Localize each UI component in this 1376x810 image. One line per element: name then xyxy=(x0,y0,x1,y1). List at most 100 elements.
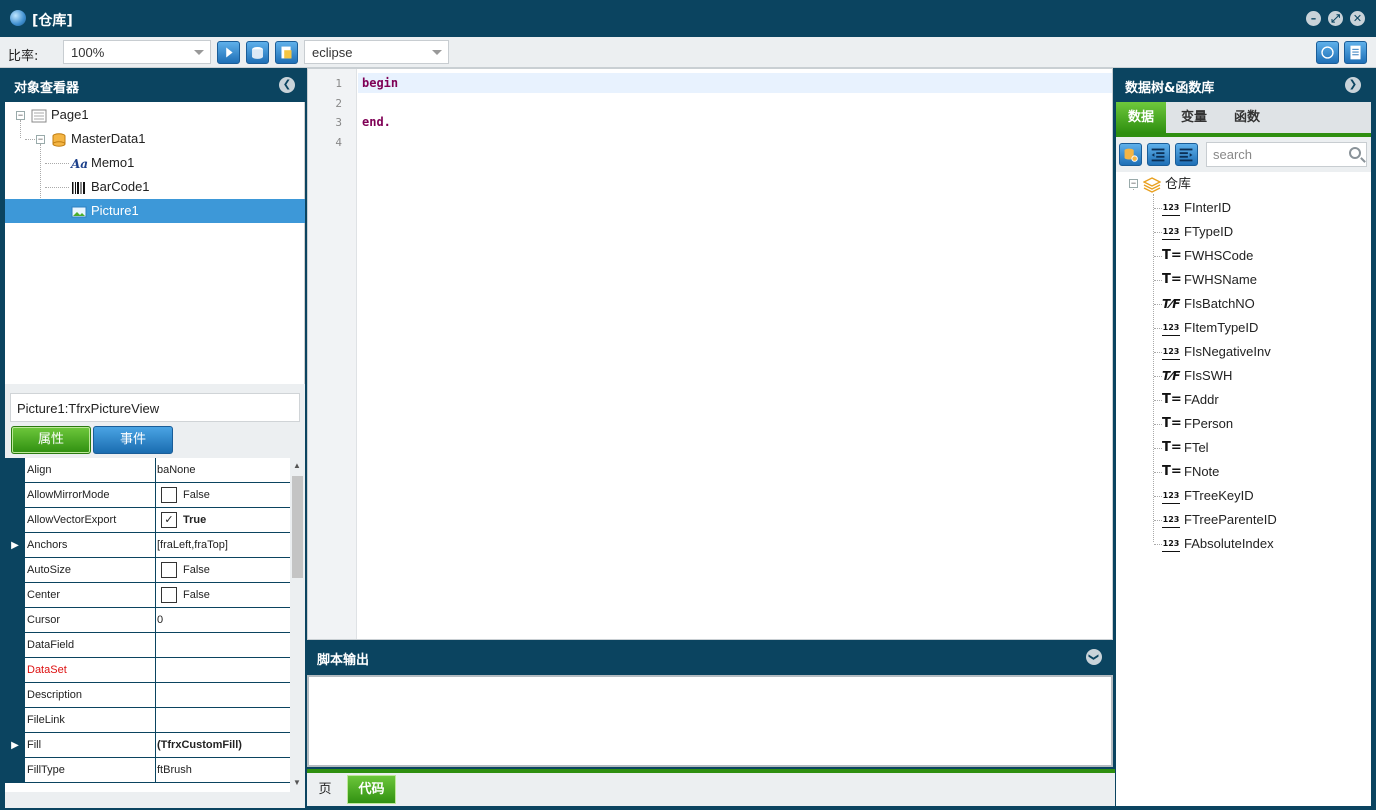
property-value[interactable] xyxy=(157,633,290,658)
number-field-icon: 123 xyxy=(1162,514,1180,528)
tree-item-root[interactable]: 仓库 xyxy=(1143,172,1191,196)
collapse-output-button[interactable]: ❮ xyxy=(1086,649,1102,665)
number-field-icon: 123 xyxy=(1162,346,1180,360)
property-value[interactable]: False xyxy=(157,583,290,608)
tab-events[interactable]: 事件 xyxy=(93,426,173,454)
scroll-down-icon[interactable]: ▼ xyxy=(293,778,301,787)
tab-data[interactable]: 数据 xyxy=(1116,102,1166,133)
row-gutter xyxy=(5,558,25,583)
field-item[interactable]: 123 FItemTypeID xyxy=(1162,316,1258,340)
field-item[interactable]: 123 FTypeID xyxy=(1162,220,1233,244)
expand-toggle[interactable]: − xyxy=(36,135,45,144)
field-item[interactable]: 123 FAbsoluteIndex xyxy=(1162,532,1274,556)
tab-variables[interactable]: 变量 xyxy=(1169,102,1219,133)
field-item[interactable]: 123 FIsNegativeInv xyxy=(1162,340,1271,364)
field-item[interactable]: T⁄F FIsSWH xyxy=(1162,364,1232,388)
property-value[interactable] xyxy=(157,683,290,708)
property-row[interactable]: ▶ Anchors [fraLeft,fraTop] xyxy=(5,533,290,558)
row-gutter xyxy=(5,633,25,658)
property-row[interactable]: Center False xyxy=(5,583,290,608)
search-input[interactable]: search xyxy=(1206,142,1367,167)
tab-functions[interactable]: 函数 xyxy=(1222,102,1272,133)
search-icon[interactable] xyxy=(1349,147,1361,159)
field-item[interactable]: 123 FTreeKeyID xyxy=(1162,484,1254,508)
field-item[interactable]: T= FWHSCode xyxy=(1162,244,1253,268)
tree-item-memo1[interactable]: Aa Memo1 xyxy=(71,151,134,175)
code-line[interactable] xyxy=(358,93,1112,113)
line-number: 1 xyxy=(335,77,342,90)
close-button[interactable]: ✕ xyxy=(1350,11,1365,26)
field-item[interactable]: T= FNote xyxy=(1162,460,1219,484)
expand-arrow-icon[interactable]: ▶ xyxy=(5,533,25,558)
datasource-button[interactable] xyxy=(1119,143,1142,166)
property-value[interactable]: (TfrxCustomFill) xyxy=(157,733,290,758)
property-row[interactable]: AllowVectorExport ✓ True xyxy=(5,508,290,533)
expand-toggle[interactable]: − xyxy=(16,111,25,120)
collapse-all-button[interactable] xyxy=(1147,143,1170,166)
field-item[interactable]: 123 FInterID xyxy=(1162,196,1231,220)
property-value[interactable]: False xyxy=(157,558,290,583)
run-button[interactable] xyxy=(217,41,240,64)
field-item[interactable]: T= FAddr xyxy=(1162,388,1219,412)
expand-toggle[interactable]: − xyxy=(1129,179,1138,188)
tree-item-page1[interactable]: Page1 xyxy=(31,103,89,127)
field-item[interactable]: T= FTel xyxy=(1162,436,1209,460)
tab-page[interactable]: 页 xyxy=(307,775,343,804)
zoom-select[interactable]: 100% xyxy=(63,40,211,64)
field-item[interactable]: T= FWHSName xyxy=(1162,268,1257,292)
maximize-button[interactable]: ⤢ xyxy=(1328,11,1343,26)
script-output-area[interactable] xyxy=(307,675,1113,767)
property-row[interactable]: DataField xyxy=(5,633,290,658)
collapse-right-button[interactable]: ❯ xyxy=(1345,77,1361,93)
tab-code[interactable]: 代码 xyxy=(347,775,396,804)
code-line[interactable]: begin xyxy=(358,73,1112,93)
scroll-thumb[interactable] xyxy=(292,476,303,578)
property-row[interactable]: Description xyxy=(5,683,290,708)
checkbox[interactable]: ✓ xyxy=(161,512,177,529)
tree-item-barcode1[interactable]: BarCode1 xyxy=(71,175,150,199)
checkbox[interactable] xyxy=(161,562,177,579)
property-row[interactable]: Align baNone xyxy=(5,458,290,483)
collapse-left-button[interactable]: ❮ xyxy=(279,77,295,93)
property-value[interactable] xyxy=(157,658,290,683)
property-row[interactable]: AutoSize False xyxy=(5,558,290,583)
tree-item-picture1[interactable]: Picture1 xyxy=(5,199,305,223)
field-item[interactable]: T⁄F FIsBatchNO xyxy=(1162,292,1255,316)
code-line[interactable]: end. xyxy=(358,112,1112,132)
property-row[interactable]: Cursor 0 xyxy=(5,608,290,633)
property-row[interactable]: AllowMirrorMode False xyxy=(5,483,290,508)
property-scrollbar[interactable]: ▲ ▼ xyxy=(290,458,305,792)
property-value[interactable]: False xyxy=(157,483,290,508)
property-name: AutoSize xyxy=(25,558,156,583)
field-name: FPerson xyxy=(1184,416,1234,431)
property-row[interactable]: FileLink xyxy=(5,708,290,733)
checkbox[interactable] xyxy=(161,587,177,604)
minimize-button[interactable]: – xyxy=(1306,11,1321,26)
property-value[interactable]: ✓ True xyxy=(157,508,290,533)
expand-arrow-icon[interactable]: ▶ xyxy=(5,733,25,758)
checkbox[interactable] xyxy=(161,487,177,504)
field-item[interactable]: T= FPerson xyxy=(1162,412,1233,436)
outdent-icon xyxy=(1151,148,1165,162)
paste-button[interactable] xyxy=(275,41,298,64)
property-value[interactable]: ftBrush xyxy=(157,758,290,783)
field-item[interactable]: 123 FTreeParenteID xyxy=(1162,508,1277,532)
tree-item-masterdata1[interactable]: MasterData1 xyxy=(51,127,145,151)
property-row[interactable]: ▶ Fill (TfrxCustomFill) xyxy=(5,733,290,758)
scroll-up-icon[interactable]: ▲ xyxy=(293,461,301,470)
tab-properties[interactable]: 属性 xyxy=(11,426,91,454)
property-row[interactable]: DataSet xyxy=(5,658,290,683)
property-value[interactable]: 0 xyxy=(157,608,290,633)
code-editor[interactable]: 1 2 3 4 begin end. xyxy=(307,68,1113,640)
database-button[interactable] xyxy=(246,41,269,64)
property-row[interactable]: FillType ftBrush xyxy=(5,758,290,783)
property-name: Description xyxy=(25,683,156,708)
property-value[interactable]: baNone xyxy=(157,458,290,483)
document-button[interactable] xyxy=(1344,41,1367,64)
property-value[interactable] xyxy=(157,708,290,733)
code-line[interactable] xyxy=(358,132,1112,152)
globe-button[interactable] xyxy=(1316,41,1339,64)
expand-all-button[interactable] xyxy=(1175,143,1198,166)
property-value[interactable]: [fraLeft,fraTop] xyxy=(157,533,290,558)
theme-select[interactable]: eclipse xyxy=(304,40,449,64)
